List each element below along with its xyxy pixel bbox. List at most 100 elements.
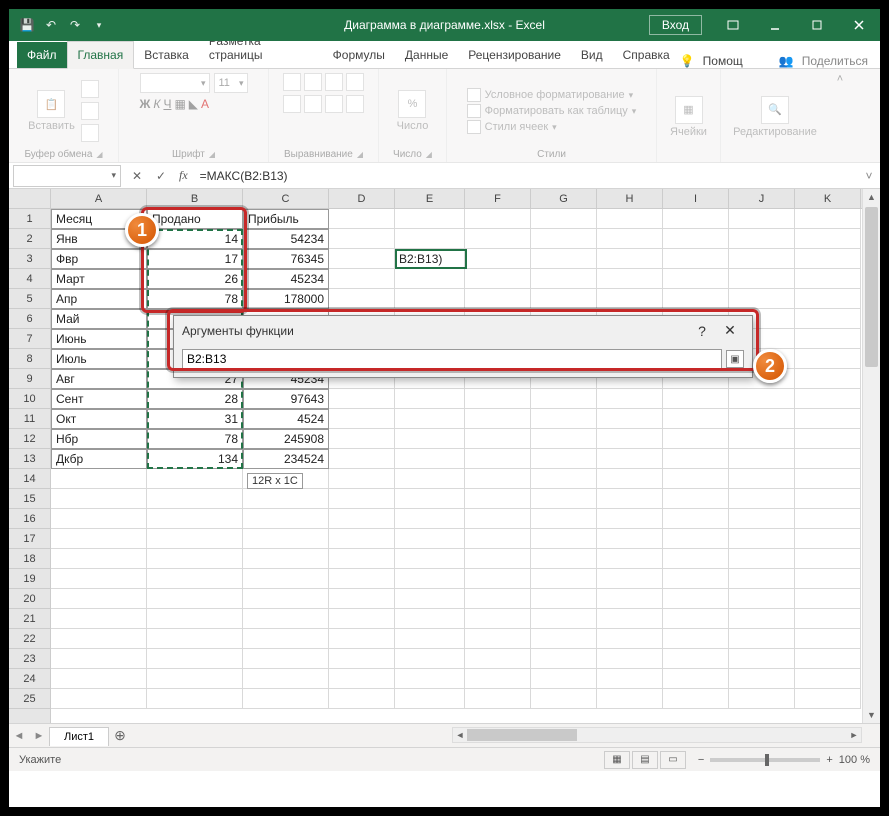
cell[interactable]: [597, 549, 663, 569]
cell[interactable]: [663, 269, 729, 289]
dialog-close-icon[interactable]: ✕: [716, 322, 744, 339]
cell[interactable]: [729, 649, 795, 669]
cell[interactable]: 97643: [243, 389, 329, 409]
cell[interactable]: [329, 529, 395, 549]
cell[interactable]: Прибыль: [243, 209, 329, 229]
cell[interactable]: [465, 689, 531, 709]
cut-icon[interactable]: [81, 80, 99, 98]
cell[interactable]: Окт: [51, 409, 147, 429]
row-header[interactable]: 1: [9, 209, 50, 229]
col-header[interactable]: I: [663, 189, 729, 208]
row-header[interactable]: 4: [9, 269, 50, 289]
row-header[interactable]: 11: [9, 409, 50, 429]
scroll-down-icon[interactable]: ▼: [863, 707, 880, 723]
col-header[interactable]: K: [795, 189, 861, 208]
cell[interactable]: [531, 409, 597, 429]
cell[interactable]: [597, 229, 663, 249]
view-normal-icon[interactable]: ▦: [604, 751, 630, 769]
cell[interactable]: [395, 569, 465, 589]
zoom-in-icon[interactable]: +: [826, 754, 832, 766]
cell[interactable]: [465, 589, 531, 609]
cell[interactable]: [329, 209, 395, 229]
cell[interactable]: [51, 489, 147, 509]
cell[interactable]: [729, 269, 795, 289]
cell[interactable]: [147, 489, 243, 509]
name-box[interactable]: [13, 165, 121, 187]
format-table-button[interactable]: Форматировать как таблицу▾: [467, 104, 637, 118]
share-icon[interactable]: 👥: [779, 54, 794, 68]
cell[interactable]: [729, 529, 795, 549]
col-header[interactable]: A: [51, 189, 147, 208]
cell[interactable]: [243, 569, 329, 589]
tell-me-label[interactable]: Помощ: [703, 54, 743, 68]
cell[interactable]: Фвр: [51, 249, 147, 269]
ribbon-options-icon[interactable]: [712, 9, 754, 41]
cell[interactable]: [329, 549, 395, 569]
tab-file[interactable]: Файл: [17, 42, 67, 68]
cell[interactable]: [795, 589, 861, 609]
cell[interactable]: [465, 669, 531, 689]
zoom-level[interactable]: 100 %: [839, 754, 870, 766]
bold-icon[interactable]: Ж: [140, 97, 151, 111]
cell[interactable]: [597, 649, 663, 669]
cell[interactable]: [465, 609, 531, 629]
cell[interactable]: [395, 609, 465, 629]
dialog-range-input[interactable]: [182, 349, 722, 369]
cell[interactable]: [531, 569, 597, 589]
spreadsheet-grid[interactable]: ABCDEFGHIJK 1234567891011121314151617181…: [9, 189, 880, 723]
cell[interactable]: [395, 489, 465, 509]
cell[interactable]: [597, 569, 663, 589]
cell[interactable]: [597, 589, 663, 609]
align-mid-icon[interactable]: [304, 73, 322, 91]
cell[interactable]: [795, 629, 861, 649]
cell[interactable]: [465, 629, 531, 649]
cell[interactable]: [597, 249, 663, 269]
cell[interactable]: [663, 229, 729, 249]
cell[interactable]: [795, 609, 861, 629]
number-format-button[interactable]: % Число: [397, 90, 429, 132]
cell[interactable]: Май: [51, 309, 147, 329]
cond-format-button[interactable]: Условное форматирование▾: [467, 88, 633, 102]
cell[interactable]: [243, 689, 329, 709]
cell[interactable]: [795, 569, 861, 589]
cell[interactable]: Июль: [51, 349, 147, 369]
cell[interactable]: [465, 409, 531, 429]
underline-icon[interactable]: Ч: [163, 97, 171, 111]
cell[interactable]: [465, 569, 531, 589]
horizontal-scrollbar[interactable]: ◄ ►: [452, 727, 862, 743]
dialog-restore-icon[interactable]: ▣: [726, 350, 744, 368]
align-right-icon[interactable]: [325, 95, 343, 113]
align-top-icon[interactable]: [283, 73, 301, 91]
cell[interactable]: 45234: [243, 269, 329, 289]
cell[interactable]: [395, 409, 465, 429]
cell[interactable]: [663, 449, 729, 469]
cell[interactable]: [795, 489, 861, 509]
tab-help[interactable]: Справка: [613, 42, 680, 68]
cell[interactable]: [531, 469, 597, 489]
tab-view[interactable]: Вид: [571, 42, 613, 68]
col-header[interactable]: F: [465, 189, 531, 208]
merge-icon[interactable]: [346, 95, 364, 113]
cell[interactable]: [395, 269, 465, 289]
cell[interactable]: [729, 229, 795, 249]
cell[interactable]: [465, 489, 531, 509]
row-header[interactable]: 19: [9, 569, 50, 589]
close-icon[interactable]: [838, 9, 880, 41]
cell[interactable]: [795, 249, 861, 269]
cell[interactable]: [663, 589, 729, 609]
row-header[interactable]: 15: [9, 489, 50, 509]
cell[interactable]: [51, 529, 147, 549]
cell[interactable]: [329, 449, 395, 469]
cell[interactable]: [795, 389, 861, 409]
tab-home[interactable]: Главная: [67, 41, 135, 69]
border-icon[interactable]: ▦: [174, 97, 185, 111]
cell[interactable]: [729, 629, 795, 649]
col-header[interactable]: D: [329, 189, 395, 208]
cell[interactable]: [465, 549, 531, 569]
cell[interactable]: [329, 689, 395, 709]
view-pagebreak-icon[interactable]: ▭: [660, 751, 686, 769]
cell[interactable]: [531, 229, 597, 249]
cell[interactable]: [51, 669, 147, 689]
row-header[interactable]: 13: [9, 449, 50, 469]
row-header[interactable]: 10: [9, 389, 50, 409]
